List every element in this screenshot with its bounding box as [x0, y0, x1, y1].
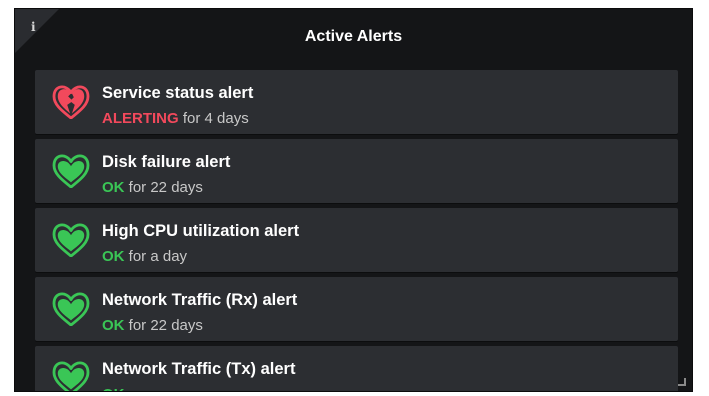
- alert-name: Service status alert: [102, 84, 254, 102]
- alert-list: Service status alert ALERTING for 4 days…: [35, 70, 678, 391]
- alert-row[interactable]: Network Traffic (Tx) alert OK: [35, 346, 678, 391]
- alert-duration: for 22 days: [128, 179, 203, 196]
- alert-row[interactable]: Disk failure alert OK for 22 days: [35, 139, 678, 203]
- alert-row[interactable]: High CPU utilization alert OK for a day: [35, 208, 678, 272]
- heart-icon: [52, 292, 90, 326]
- alert-status: OK for 22 days: [102, 179, 203, 197]
- alert-state: ALERTING: [102, 110, 179, 127]
- heart-icon: [52, 223, 90, 257]
- heart-icon: [52, 154, 90, 188]
- alert-name: Network Traffic (Rx) alert: [102, 291, 298, 309]
- alert-name: Disk failure alert: [102, 153, 231, 171]
- alert-status: OK: [102, 386, 125, 391]
- alert-name: Network Traffic (Tx) alert: [102, 360, 296, 378]
- resize-handle[interactable]: [678, 378, 686, 386]
- alert-duration: for a day: [128, 248, 188, 265]
- active-alerts-panel: i Active Alerts Service status alert ALE…: [14, 8, 693, 392]
- alert-state: OK: [102, 317, 125, 334]
- alert-status: ALERTING for 4 days: [102, 110, 249, 128]
- alert-duration: for 22 days: [128, 317, 203, 334]
- alert-name: High CPU utilization alert: [102, 222, 300, 240]
- alert-state: OK: [102, 248, 125, 265]
- alert-state: OK: [102, 386, 125, 391]
- broken-heart-icon: [52, 85, 90, 119]
- heart-icon: [52, 361, 90, 391]
- alert-status: OK for 22 days: [102, 317, 203, 335]
- alert-row[interactable]: Network Traffic (Rx) alert OK for 22 day…: [35, 277, 678, 341]
- alert-state: OK: [102, 179, 125, 196]
- alert-duration: for 4 days: [182, 110, 249, 127]
- alert-status: OK for a day: [102, 248, 187, 266]
- alert-row[interactable]: Service status alert ALERTING for 4 days: [35, 70, 678, 134]
- panel-title: Active Alerts: [304, 28, 403, 45]
